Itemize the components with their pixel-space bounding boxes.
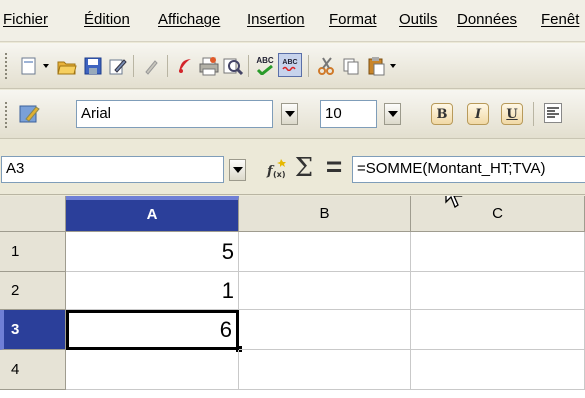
toolbar-grip[interactable] — [5, 53, 10, 79]
cell-c1[interactable] — [411, 232, 585, 272]
export-pdf-icon[interactable] — [174, 55, 196, 77]
cell-b2[interactable] — [239, 272, 411, 310]
function-wizard-icon[interactable]: f (x) — [265, 157, 289, 181]
open-icon[interactable] — [56, 55, 78, 77]
name-box-value: A3 — [6, 160, 25, 177]
new-dropdown-icon[interactable] — [40, 55, 52, 77]
spreadsheet-grid[interactable]: A B C 1 5 2 1 3 6 4 — [0, 196, 585, 398]
font-size-dropdown-button[interactable] — [384, 103, 401, 125]
toolbar-separator — [133, 55, 134, 77]
autospellcheck-icon[interactable]: ABC — [278, 53, 302, 77]
toolbar-separator — [308, 55, 309, 77]
paste-icon[interactable] — [365, 55, 387, 77]
chevron-down-icon — [284, 111, 295, 117]
print-icon[interactable] — [198, 55, 220, 77]
font-name-value: Arial — [81, 105, 112, 122]
styles-formatting-icon[interactable] — [18, 103, 40, 125]
row-header-2[interactable]: 2 — [0, 272, 66, 310]
cut-icon[interactable] — [315, 55, 337, 77]
column-header-b[interactable]: B — [239, 196, 411, 232]
font-name-field[interactable]: Arial — [76, 100, 273, 128]
edit-document-icon[interactable] — [106, 55, 128, 77]
cell-c3[interactable] — [411, 310, 585, 350]
cell-b1[interactable] — [239, 232, 411, 272]
toolbar-separator — [248, 55, 249, 77]
menu-format[interactable]: Format — [329, 11, 377, 28]
underline-button[interactable]: U — [501, 103, 523, 125]
formula-bar: A3 f (x) Σ = =SOMME(Montant_HT;TVA) — [0, 140, 585, 195]
cell-c2[interactable] — [411, 272, 585, 310]
chevron-down-icon — [232, 167, 243, 173]
spellcheck-icon[interactable]: ABC — [254, 54, 276, 76]
paste-dropdown-icon[interactable] — [387, 55, 399, 77]
cell-b4[interactable] — [239, 350, 411, 390]
mouse-cursor-icon — [445, 196, 463, 208]
function-equals-icon[interactable]: = — [322, 151, 346, 182]
font-size-field[interactable]: 10 — [320, 100, 377, 128]
menu-donnees[interactable]: Données — [457, 11, 517, 28]
toolbar-separator — [533, 102, 534, 126]
cell-a4[interactable] — [66, 350, 239, 390]
print-preview-icon[interactable] — [222, 55, 244, 77]
font-size-value: 10 — [325, 105, 342, 122]
cell-a2[interactable]: 1 — [66, 272, 239, 310]
bold-button[interactable]: B — [431, 103, 453, 125]
column-header-c[interactable]: C — [411, 196, 585, 232]
toolbar-separator — [167, 55, 168, 77]
chevron-down-icon — [387, 111, 398, 117]
cell-a3-active[interactable]: 6 — [66, 310, 239, 350]
formula-input-value: =SOMME(Montant_HT;TVA) — [357, 160, 546, 177]
standard-toolbar: ABC ABC — [0, 43, 585, 89]
row-header-4[interactable]: 4 — [0, 350, 66, 390]
new-document-icon[interactable] — [18, 55, 40, 77]
row-header-1[interactable]: 1 — [0, 232, 66, 272]
cell-b3[interactable] — [239, 310, 411, 350]
select-all-corner[interactable] — [0, 196, 66, 232]
name-box-dropdown-button[interactable] — [229, 159, 246, 181]
svg-text:(x): (x) — [273, 170, 285, 179]
menu-outils[interactable]: Outils — [399, 11, 437, 28]
menu-bar: Fichier Édition Affichage Insertion Form… — [0, 0, 585, 42]
copy-icon[interactable] — [340, 55, 362, 77]
sum-icon[interactable]: Σ — [292, 153, 316, 183]
menu-insertion[interactable]: Insertion — [247, 11, 305, 28]
align-left-icon[interactable] — [544, 103, 562, 123]
toolbar-grip[interactable] — [5, 102, 10, 128]
menu-fenetre[interactable]: Fenêt — [541, 11, 579, 28]
cell-a1[interactable]: 5 — [66, 232, 239, 272]
menu-fichier[interactable]: Fichier — [3, 11, 48, 28]
cell-c4[interactable] — [411, 350, 585, 390]
row-header-3[interactable]: 3 — [0, 310, 66, 350]
font-name-dropdown-button[interactable] — [281, 103, 298, 125]
name-box[interactable]: A3 — [1, 156, 224, 183]
save-icon[interactable] — [82, 55, 104, 77]
italic-button[interactable]: I — [467, 103, 489, 125]
formula-input[interactable]: =SOMME(Montant_HT;TVA) — [352, 156, 585, 183]
column-header-a[interactable]: A — [66, 196, 239, 232]
formatting-toolbar: Arial 10 B I U — [0, 90, 585, 139]
menu-affichage[interactable]: Affichage — [158, 11, 220, 28]
menu-edition[interactable]: Édition — [84, 11, 130, 28]
edit-mode-icon[interactable] — [140, 55, 162, 77]
